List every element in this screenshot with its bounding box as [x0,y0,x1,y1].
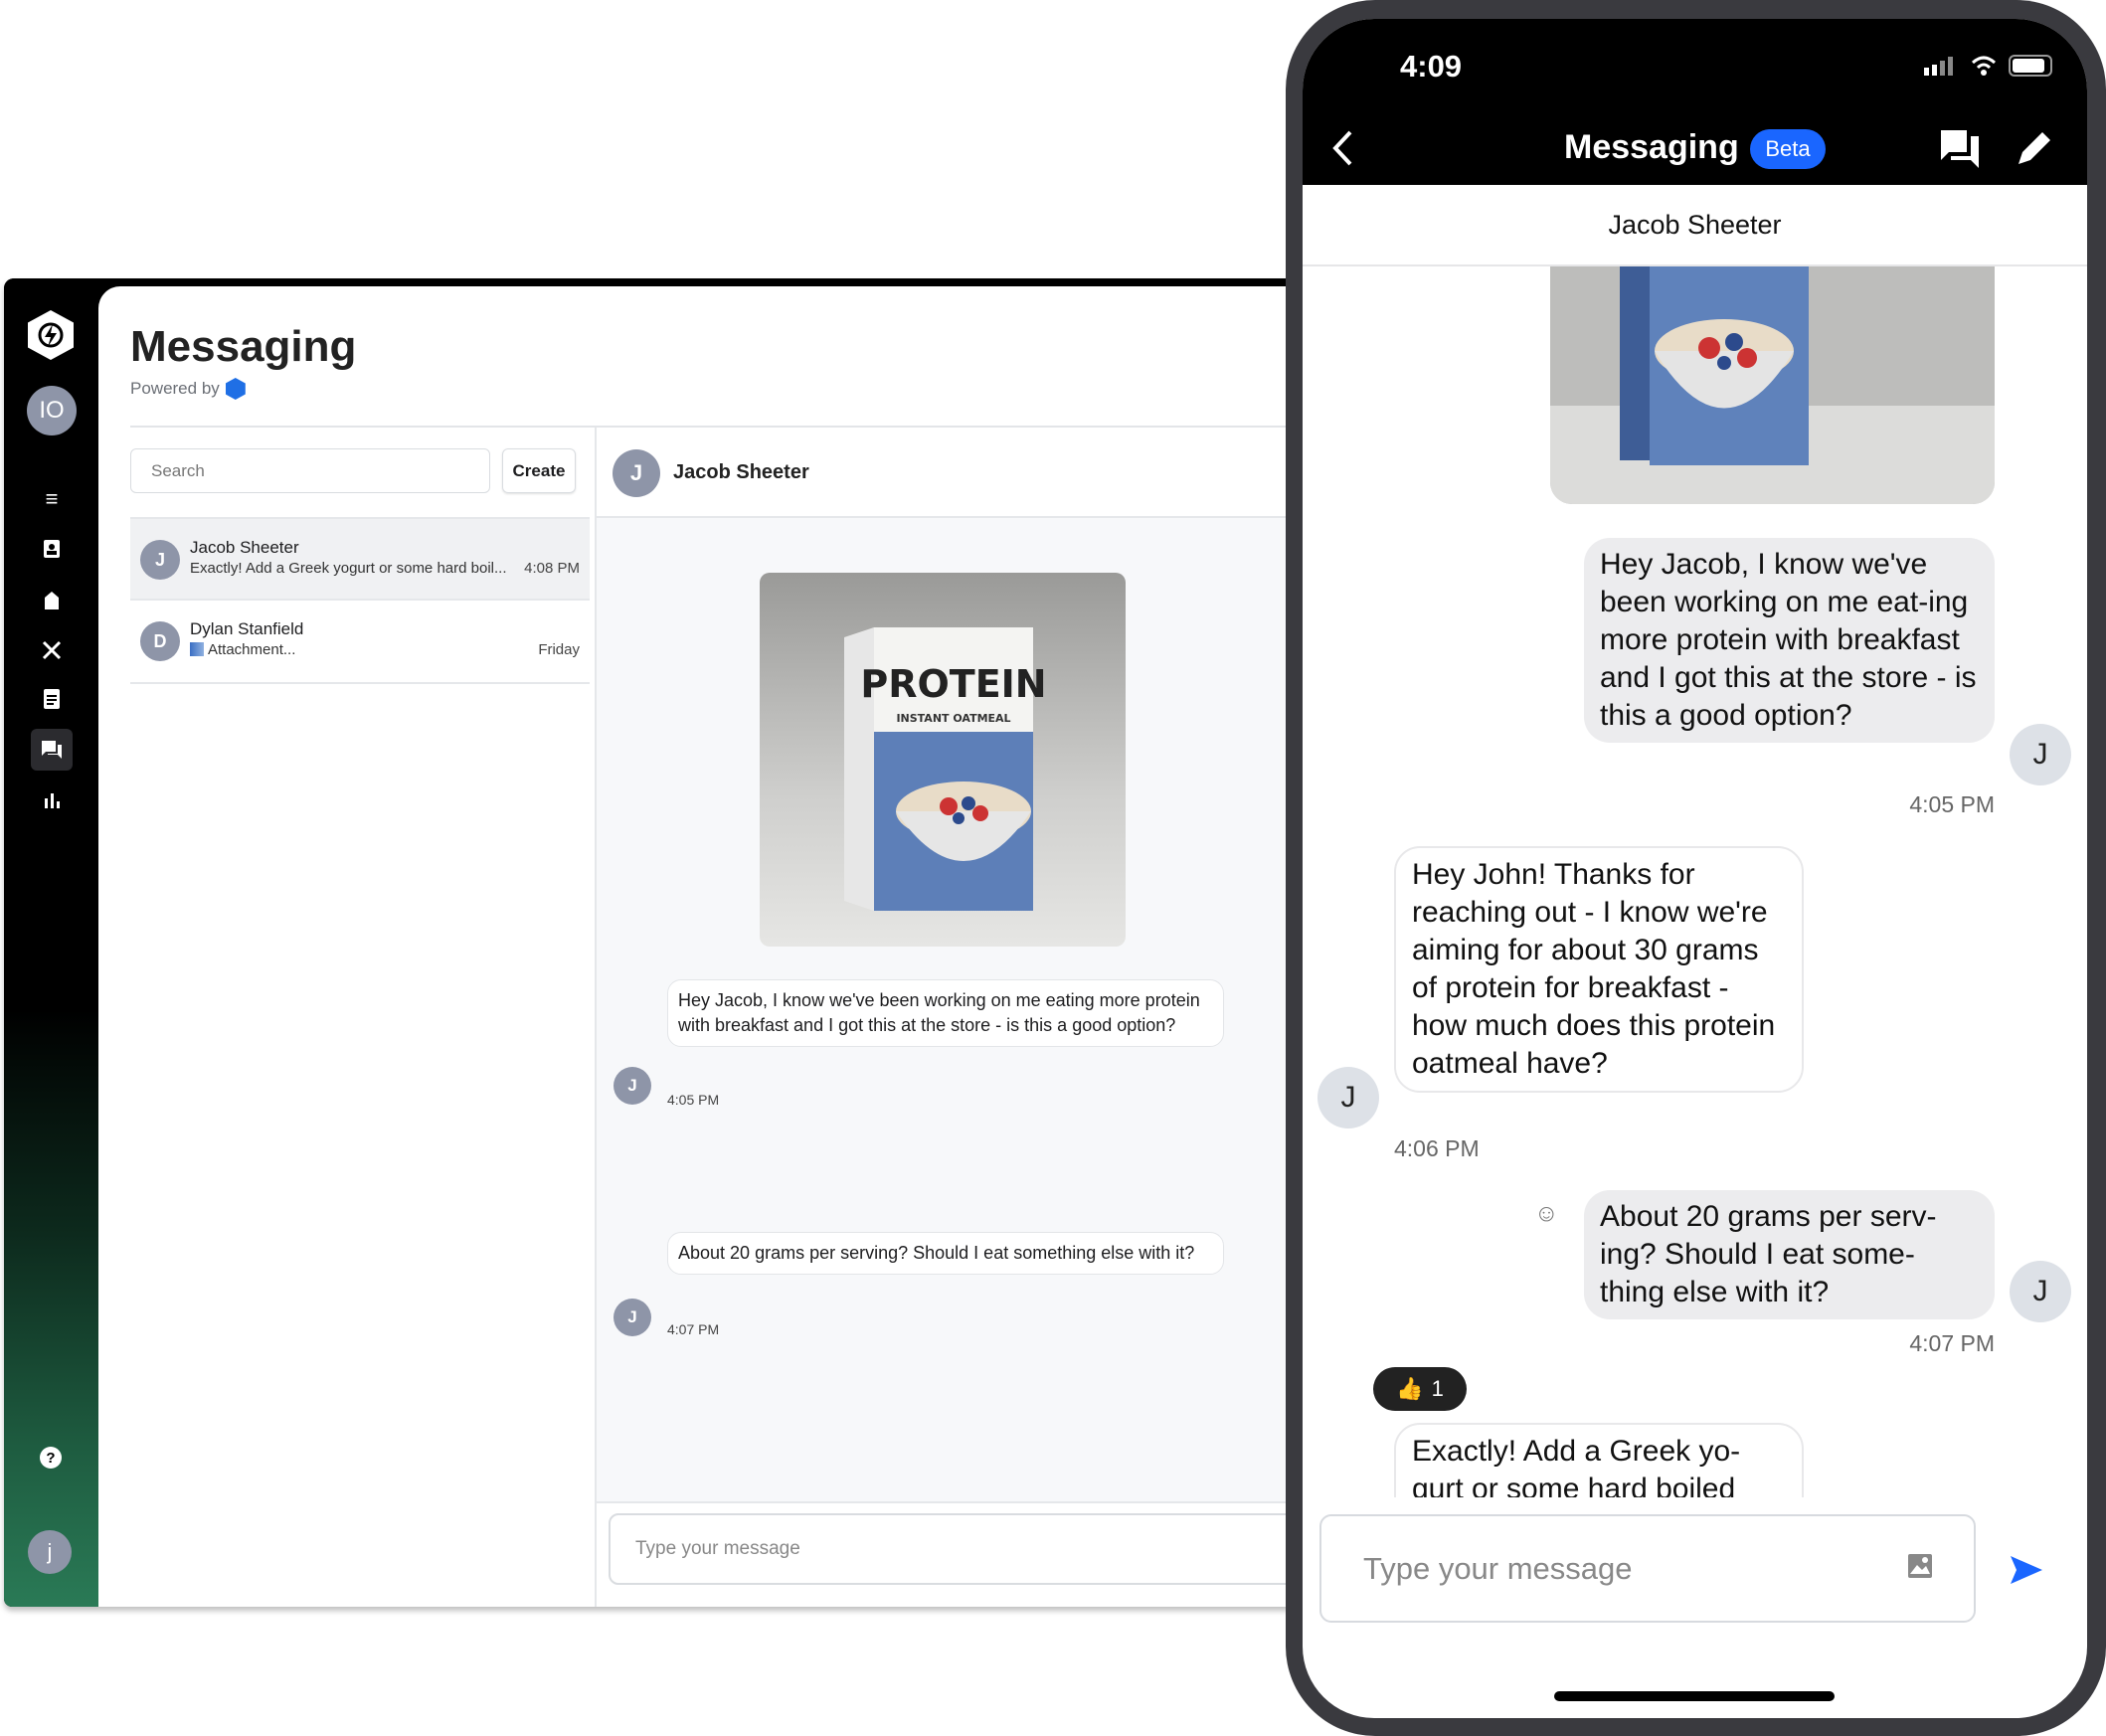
clipboard-icon[interactable] [34,680,70,716]
phone-message-list[interactable]: Hey Jacob, I know we've been working on … [1303,266,2087,1497]
home-indicator [1554,1691,1835,1701]
powered-by-label: Powered by [130,379,220,398]
reaction-badge[interactable]: 👍 1 [1373,1367,1467,1411]
phone-message-time: 4:07 PM [1909,1330,1995,1356]
image-attach-icon[interactable] [1906,1552,1934,1580]
message-input[interactable]: Type your message [609,1513,1289,1585]
message-image[interactable]: PROTEIN INSTANT OATMEAL [760,573,1126,947]
message-bubble: Hey Jacob, I know we've been working on … [667,979,1224,1047]
add-reaction-icon[interactable]: ☺ [1534,1200,1559,1228]
message-avatar: J [614,1067,651,1105]
app-logo[interactable] [28,310,74,360]
thumbs-up-icon: 👍 [1396,1376,1424,1401]
conversation-name: Jacob Sheeter [190,538,299,557]
reaction-count: 1 [1431,1376,1444,1401]
phone-message-bubble: About 20 grams per serv-ing? Should I ea… [1584,1190,1995,1319]
help-icon[interactable]: ? [40,1447,62,1469]
utensils-icon[interactable] [34,632,70,668]
conversation-preview: Exactly! Add a Greek yogurt or some hard… [190,560,507,577]
message-time: 4:05 PM [667,1092,720,1108]
phone-message-avatar: J [2010,1261,2071,1322]
message-time: 4:07 PM [667,1321,720,1337]
chat-header: J Jacob Sheeter [597,428,1289,518]
phone-message-avatar: J [1317,1067,1379,1128]
wifi-icon [1971,56,1997,76]
compose-pencil-icon[interactable] [2015,128,2054,168]
phone-message-bubble: Hey Jacob, I know we've been working on … [1584,538,1995,743]
search-input[interactable]: Search [130,448,490,493]
page-title: Messaging [130,322,357,371]
sidebar: IO ≡ ? j [4,278,98,1607]
messages-icon[interactable] [31,729,73,771]
phone-title: Messaging [1564,128,1739,166]
phone-frame: 4:09 Messaging Beta Jacob Sheeter Hey Ja… [1286,0,2106,1736]
phone-message-bubble: Exactly! Add a Greek yo-gurt or some har… [1394,1423,1804,1497]
image-sub-text: INSTANT OATMEAL [896,712,1010,725]
signal-icon [1924,57,1953,76]
battery-icon [2009,55,2052,77]
brand-logo-icon [225,378,246,400]
conversations-icon[interactable] [1939,128,1983,170]
contact-name: Jacob Sheeter [673,461,809,483]
create-button[interactable]: Create [502,448,576,493]
attachment-label: Attachment... [208,641,296,658]
phone-message-avatar: J [2010,724,2071,785]
beta-badge: Beta [1750,129,1826,169]
image-brand-text: PROTEIN [860,662,1046,706]
phone-contact-name: Jacob Sheeter [1303,185,2087,266]
conversation-time: Friday [538,641,580,658]
composer: Type your message [597,1501,1289,1607]
attachment-icon [190,642,204,656]
contact-avatar: J [613,449,660,497]
phone-input-placeholder: Type your message [1363,1550,1633,1586]
message-avatar: J [614,1299,651,1336]
lightning-icon [38,322,64,348]
conversation-item[interactable]: D Dylan Stanfield Attachment... Friday [130,601,590,684]
phone-header: 4:09 Messaging Beta [1303,19,2087,185]
phone-message-time: 4:05 PM [1909,791,1995,817]
back-chevron-icon[interactable] [1330,128,1354,168]
conversation-time: 4:08 PM [524,560,580,577]
phone-message-image[interactable] [1550,266,1995,504]
phone-message-input[interactable]: Type your message [1319,1514,1976,1623]
avatar: D [140,621,180,661]
powered-by: Powered by [130,378,246,400]
account-avatar[interactable]: j [28,1530,72,1574]
conversation-item[interactable]: J Jacob Sheeter Exactly! Add a Greek yog… [130,517,590,601]
contacts-icon[interactable] [34,531,70,567]
chat-panel: J Jacob Sheeter PROTEIN INSTANT OATMEAL [595,428,1289,1607]
main-panel: Messaging Powered by Search Create J Jac… [98,286,1289,1607]
conversation-name: Dylan Stanfield [190,619,304,638]
phone-screen: 4:09 Messaging Beta Jacob Sheeter Hey Ja… [1303,19,2087,1718]
pantry-icon[interactable] [34,583,70,618]
chart-icon[interactable] [34,781,70,817]
phone-message-time: 4:06 PM [1394,1135,1480,1161]
menu-icon[interactable]: ≡ [34,481,70,517]
phone-message-bubble: Hey John! Thanks for reaching out - I kn… [1394,846,1804,1093]
conversation-preview: Attachment... [190,641,295,658]
user-avatar[interactable]: IO [27,386,77,435]
message-bubble: About 20 grams per serving? Should I eat… [667,1232,1224,1275]
send-icon[interactable] [2009,1554,2044,1586]
desktop-window: IO ≡ ? j Messaging Powered by Search Cre… [4,278,1289,1607]
status-time: 4:09 [1400,49,1463,84]
avatar: J [140,540,180,580]
